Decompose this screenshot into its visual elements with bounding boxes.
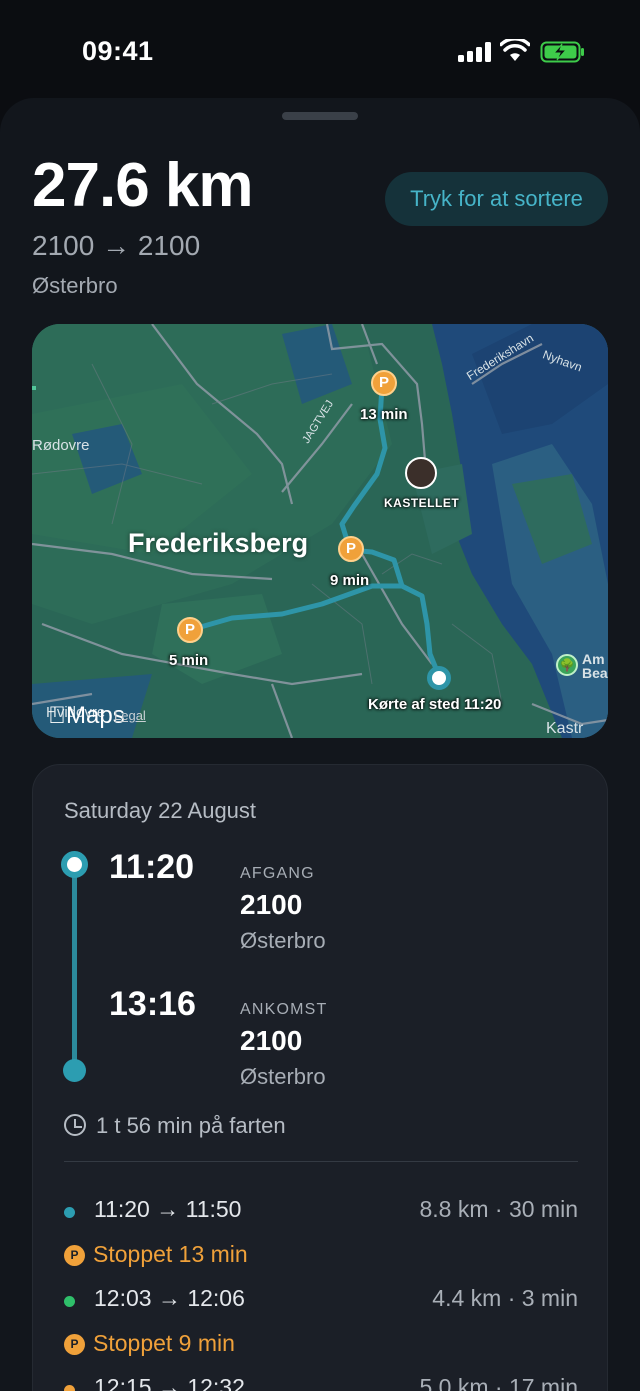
cellular-signal-icon	[458, 42, 491, 62]
segment-time-range: 12:15 → 12:32	[94, 1374, 245, 1391]
segment-stats: 4.4 km · 3 min	[432, 1285, 578, 1311]
wifi-icon	[500, 39, 530, 61]
segment-row[interactable]: 12:15 → 12:32 5.0 km · 17 min	[64, 1374, 578, 1391]
parking-stop-pin[interactable]: P	[371, 370, 397, 396]
segment-time-range: 11:20 → 11:50	[94, 1196, 242, 1222]
parking-stop-pin[interactable]: P	[177, 617, 203, 643]
departure-code: 2100	[240, 889, 303, 920]
sheet-grabber[interactable]	[282, 112, 358, 120]
arrival-place: Østerbro	[240, 1064, 326, 1089]
stop-duration-label: 9 min	[330, 572, 370, 589]
trip-route: 2100 → 2100	[32, 230, 201, 261]
map-city-label: Frederiksberg	[128, 528, 309, 558]
segment-time-range: 12:03 → 12:06	[94, 1285, 245, 1311]
segment-stats: 5.0 km · 17 min	[419, 1374, 579, 1391]
stop-duration: Stoppet 9 min	[93, 1330, 235, 1356]
park-icon: 🌳	[556, 654, 578, 676]
segment-dot-icon	[64, 1385, 75, 1391]
trip-end-marker[interactable]	[427, 666, 451, 690]
status-time: 09:41	[82, 36, 154, 66]
arrival-kind: ANKOMST	[240, 1001, 328, 1018]
parking-icon: P	[64, 1334, 85, 1355]
stop-duration-label: 13 min	[360, 406, 408, 423]
departure-place: Østerbro	[240, 928, 326, 953]
parking-icon: P	[64, 1245, 85, 1266]
departure-kind: AFGANG	[240, 865, 315, 882]
segment-dot-icon	[64, 1207, 75, 1218]
segment-row[interactable]: 12:03 → 12:06 4.4 km · 3 min	[64, 1285, 578, 1315]
trip-distance: 27.6 km	[32, 151, 254, 220]
map-label-rodovre: Rødovre	[32, 437, 90, 454]
arrival-time: 13:16	[109, 985, 196, 1023]
trip-date: Saturday 22 August	[64, 798, 257, 823]
trip-duration: 1 t 56 min på farten	[64, 1113, 286, 1139]
kastellet-label: KASTELLET	[384, 496, 460, 510]
map-canvas	[32, 324, 608, 738]
map-label-amager: Am Bea	[582, 651, 608, 681]
segment-stats: 8.8 km · 30 min	[419, 1196, 579, 1222]
map-legal-link[interactable]: Legal	[114, 708, 146, 723]
trip-detail-sheet: 27.6 km 2100 → 2100 Østerbro Tryk for at…	[0, 98, 640, 1391]
stop-row[interactable]: P Stoppet 13 min	[64, 1241, 578, 1271]
trip-end-label: Kørte af sted 11:20	[368, 696, 502, 713]
arrival-code: 2100	[240, 1025, 303, 1056]
parking-stop-pin[interactable]: P	[338, 536, 364, 562]
divider	[64, 1161, 578, 1162]
segment-row[interactable]: 11:20 → 11:50 8.8 km · 30 min	[64, 1196, 578, 1226]
trip-area: Østerbro	[32, 273, 118, 298]
status-bar: 09:41	[0, 0, 640, 100]
stop-duration: Stoppet 13 min	[93, 1241, 248, 1267]
battery-charging-icon	[540, 41, 584, 63]
apple-logo-icon: 	[48, 702, 66, 729]
route-map[interactable]: Rødovre Hvidovre Nyhavn Frederikshavn JA…	[32, 324, 608, 738]
map-label-kastrup: Kastr	[546, 720, 584, 737]
kastellet-poi-icon[interactable]	[405, 457, 437, 489]
clock-icon	[64, 1114, 86, 1136]
arrival-marker-icon	[63, 1059, 86, 1082]
segment-dot-icon	[64, 1296, 75, 1307]
sort-button[interactable]: Tryk for at sortere	[385, 172, 608, 226]
stop-row[interactable]: P Stoppet 9 min	[64, 1330, 578, 1360]
timeline-line	[72, 861, 77, 1065]
departure-time: 11:20	[109, 848, 195, 886]
departure-marker-icon	[61, 851, 88, 878]
stop-duration-label: 5 min	[169, 652, 209, 669]
trip-timeline-card: Saturday 22 August 11:20 AFGANG 2100 Øst…	[32, 764, 608, 1391]
